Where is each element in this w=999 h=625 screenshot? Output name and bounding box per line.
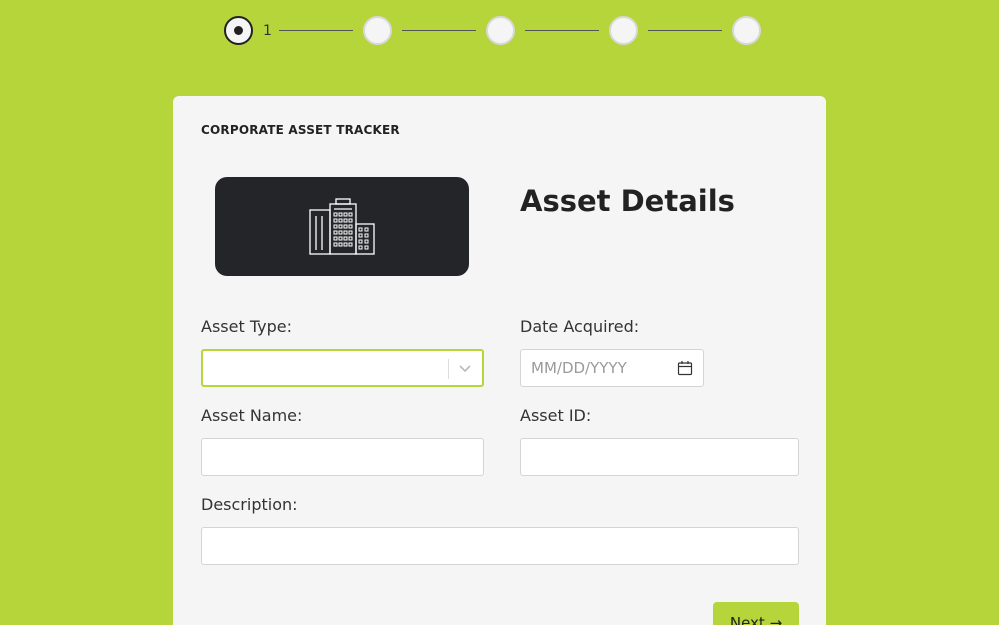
- asset-name-input[interactable]: [201, 438, 484, 476]
- asset-id-label: Asset ID:: [520, 406, 592, 425]
- page-title: Asset Details: [520, 184, 735, 218]
- chevron-down-icon[interactable]: [458, 361, 472, 375]
- hero-banner: [215, 177, 469, 276]
- date-placeholder: MM/DD/YYYY: [531, 359, 627, 377]
- asset-id-input[interactable]: [520, 438, 799, 476]
- description-label: Description:: [201, 495, 298, 514]
- step-5[interactable]: [732, 16, 761, 45]
- calendar-icon[interactable]: [677, 360, 693, 376]
- office-building-icon: [309, 197, 375, 255]
- date-acquired-label: Date Acquired:: [520, 317, 640, 336]
- step-4[interactable]: [609, 16, 638, 45]
- step-connector: [279, 30, 353, 31]
- step-1[interactable]: [224, 16, 253, 45]
- step-connector: [648, 30, 722, 31]
- step-connector: [402, 30, 476, 31]
- select-divider: [448, 359, 449, 379]
- step-2[interactable]: [363, 16, 392, 45]
- progress-stepper: 1: [224, 16, 761, 45]
- asset-type-label: Asset Type:: [201, 317, 292, 336]
- app-name: CORPORATE ASSET TRACKER: [201, 123, 400, 137]
- next-button[interactable]: Next →: [713, 602, 799, 625]
- step-3[interactable]: [486, 16, 515, 45]
- date-acquired-field[interactable]: MM/DD/YYYY: [520, 349, 704, 387]
- description-input[interactable]: [201, 527, 799, 565]
- form-card: CORPORATE ASSET TRACKER Asset Details As…: [173, 96, 826, 625]
- step-1-number: 1: [263, 22, 272, 39]
- step-connector: [525, 30, 599, 31]
- asset-name-label: Asset Name:: [201, 406, 303, 425]
- step-1-active-dot: [234, 26, 243, 35]
- asset-type-select[interactable]: [201, 349, 484, 387]
